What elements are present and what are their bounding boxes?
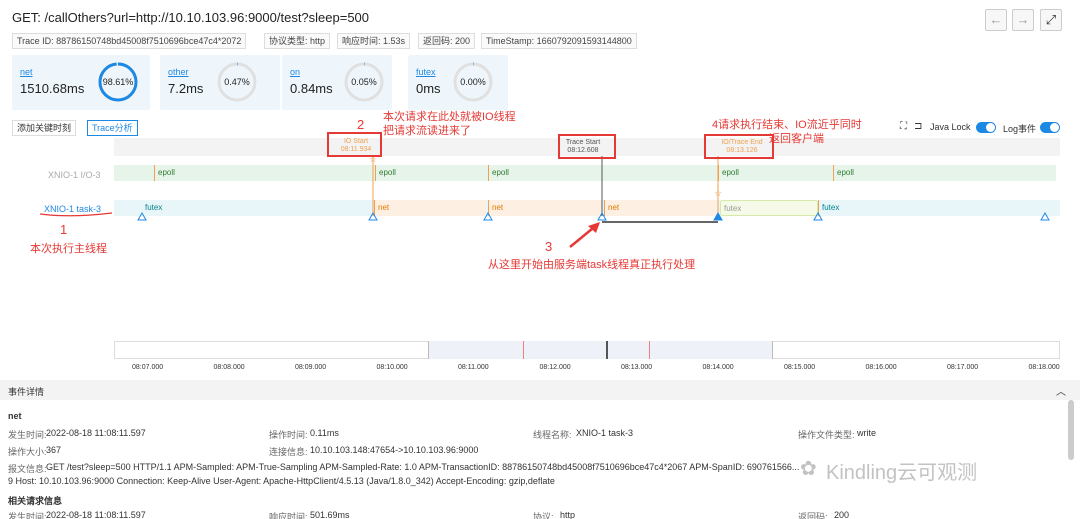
msg-label: 报文信息: bbox=[8, 464, 47, 474]
axis-tick: 08:13.000 bbox=[621, 364, 653, 371]
axis-tick: 08:11.000 bbox=[458, 364, 489, 371]
axis-tick: 08:09.000 bbox=[295, 364, 327, 371]
annotation-text-3: 从这里开始由服务端task线程真正执行处理 bbox=[488, 259, 696, 271]
annotation-text-2-l2: 把请求流读进来了 bbox=[383, 125, 471, 137]
op-size-label: 操作大小: bbox=[8, 447, 47, 457]
event-detail-header[interactable]: 事件详情 ︿ bbox=[0, 380, 1080, 400]
watermark-logo-icon: ✿ bbox=[800, 458, 817, 480]
conn-value: 10.10.103.148:47654->10.10.103.96:9000 bbox=[310, 445, 479, 455]
conn-label: 连接信息: bbox=[269, 447, 308, 457]
occur-time-label: 发生时间: bbox=[8, 430, 47, 440]
annotation-box-3 bbox=[558, 134, 616, 159]
event-name: net bbox=[8, 411, 22, 421]
thread-label: 线程名称: bbox=[533, 430, 572, 440]
axis-tick: 08:12.000 bbox=[539, 364, 571, 371]
r-proto-label: 协议: bbox=[533, 512, 554, 519]
annotation-number-3: 3 bbox=[545, 239, 553, 254]
annotation-number-1: 1 bbox=[60, 222, 68, 237]
r-resp-label: 响应时间: bbox=[269, 512, 308, 519]
r-time-value: 2022-08-18 11:08:11.597 bbox=[46, 510, 146, 519]
msg-line2: 9 Host: 10.10.103.96:9000 Connection: Ke… bbox=[8, 476, 555, 486]
file-type-label: 操作文件类型: bbox=[798, 430, 855, 440]
annotation-box-4 bbox=[704, 134, 774, 159]
axis-tick: 08:07.000 bbox=[132, 364, 164, 371]
axis-tick: 08:10.000 bbox=[376, 364, 408, 371]
chevron-up-icon[interactable]: ︿ bbox=[1056, 383, 1066, 398]
occur-time-value: 2022-08-18 11:08:11.597 bbox=[46, 428, 146, 438]
section-title: 事件详情 bbox=[8, 387, 45, 397]
axis-tick: 08:08.000 bbox=[213, 364, 245, 371]
annotation-text-4-l2: 返回客户端 bbox=[769, 133, 824, 145]
op-size-value: 367 bbox=[46, 445, 62, 455]
axis-tick: 08:18.000 bbox=[1028, 364, 1060, 371]
svg-text:☆: ☆ bbox=[714, 188, 722, 198]
r-code-label: 返回码: bbox=[798, 512, 828, 519]
annotation-box-2 bbox=[327, 132, 382, 157]
r-code-value: 200 bbox=[834, 510, 850, 519]
minimap-window[interactable] bbox=[428, 341, 773, 359]
annotation-number-2: 2 bbox=[357, 117, 365, 132]
axis-tick: 08:14.000 bbox=[702, 364, 734, 371]
scrollbar[interactable] bbox=[1068, 400, 1074, 460]
watermark: Kindling云可观测 bbox=[826, 462, 978, 484]
related-title: 相关请求信息 bbox=[8, 496, 63, 506]
thread-value: XNIO-1 task-3 bbox=[576, 428, 634, 438]
axis-tick: 08:16.000 bbox=[865, 364, 897, 371]
op-time-label: 操作时间: bbox=[269, 430, 308, 440]
r-resp-value: 501.69ms bbox=[310, 510, 350, 519]
file-type-value: write bbox=[857, 428, 877, 438]
axis-tick: 08:17.000 bbox=[947, 364, 979, 371]
annotation-text-1: 本次执行主线程 bbox=[30, 243, 107, 255]
r-proto-value: http bbox=[560, 510, 576, 519]
op-time-value: 0.11ms bbox=[310, 428, 339, 438]
r-time-label: 发生时间: bbox=[8, 512, 47, 519]
axis-tick: 08:15.000 bbox=[784, 364, 816, 371]
